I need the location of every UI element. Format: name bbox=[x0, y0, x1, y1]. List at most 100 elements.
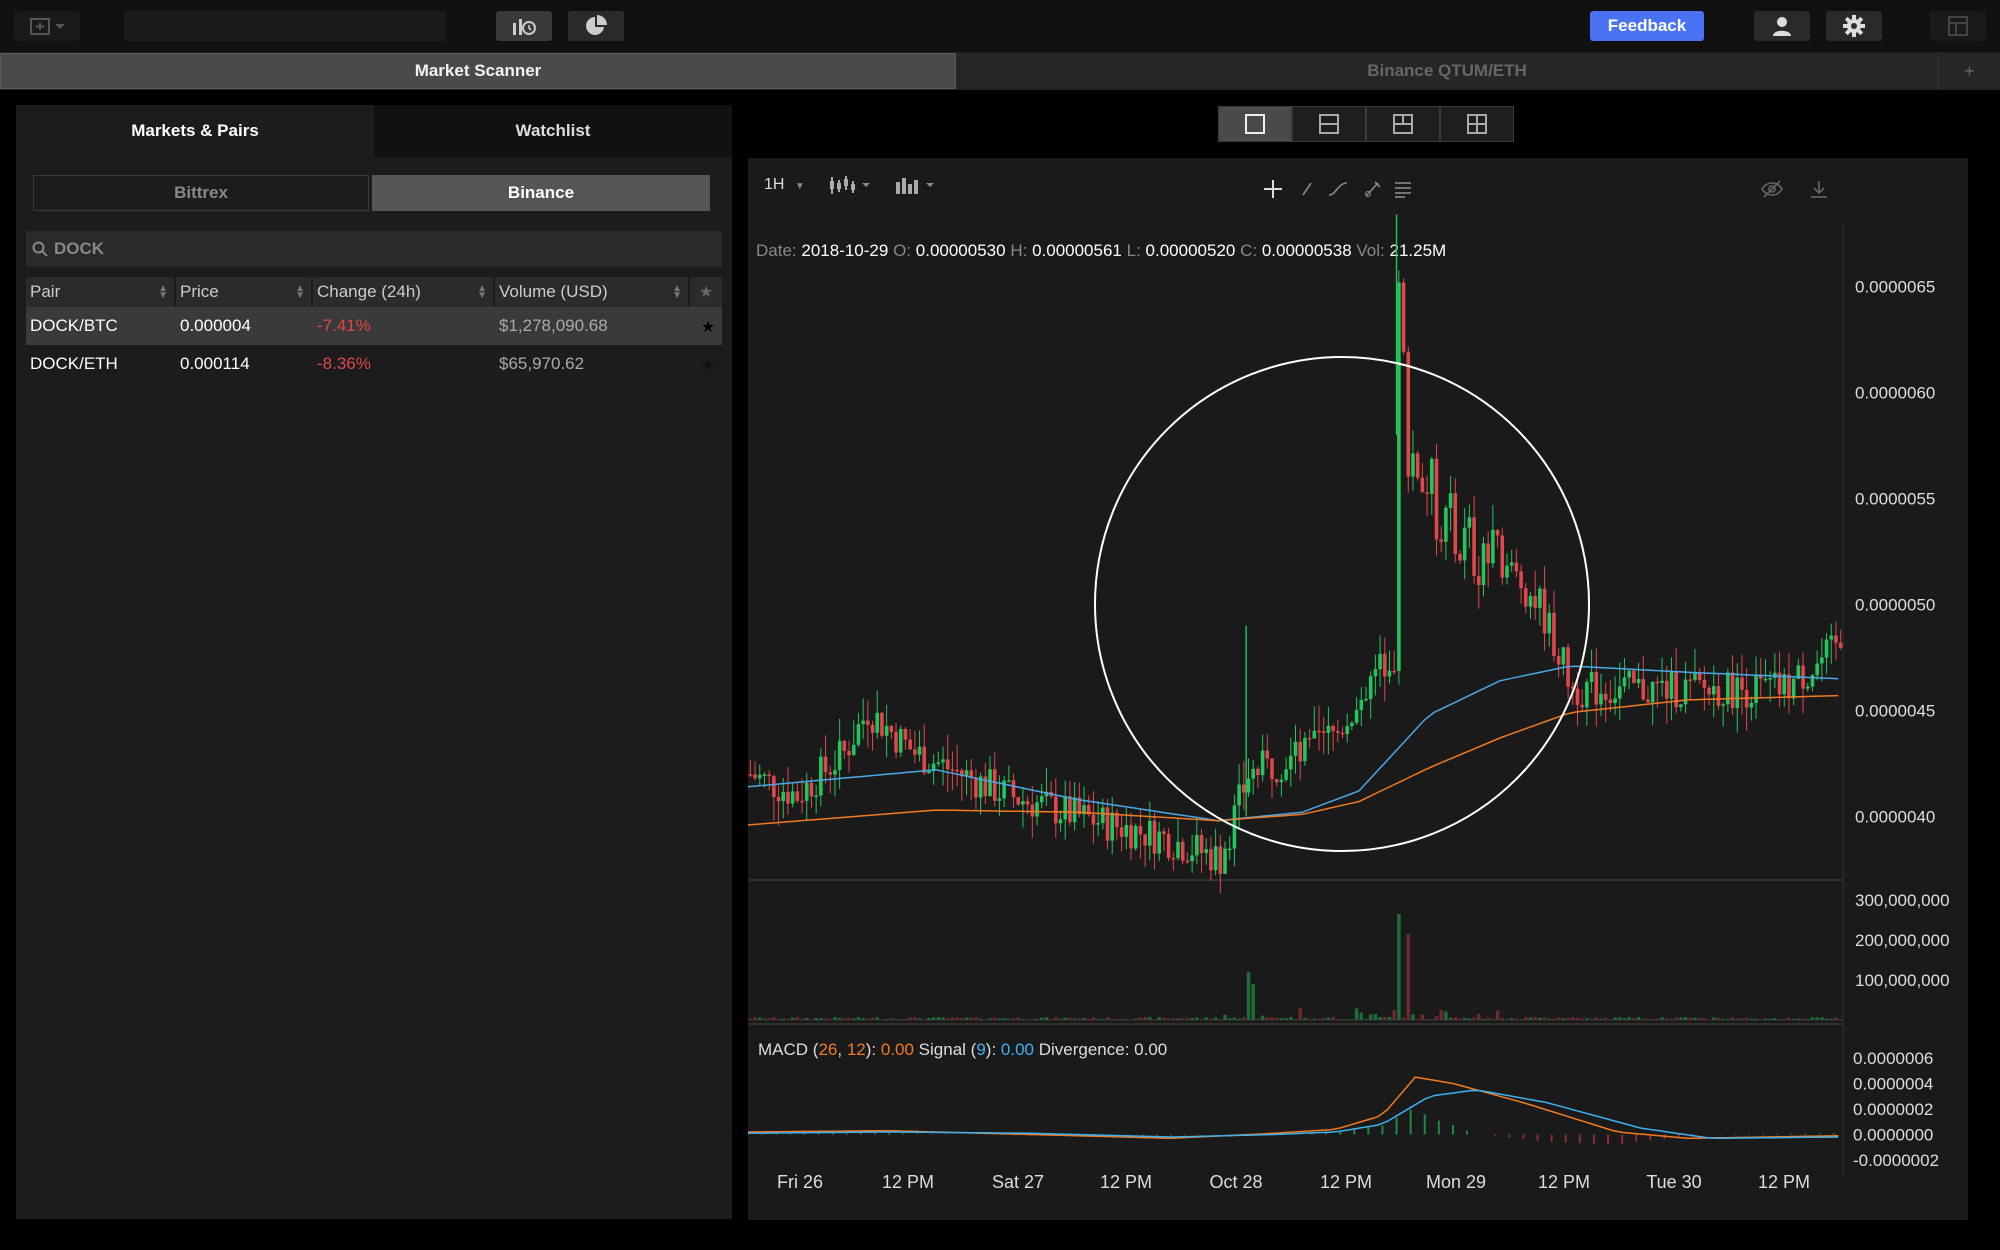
candle bbox=[1834, 635, 1838, 643]
layout-three-pane-button[interactable] bbox=[1366, 106, 1440, 142]
feedback-button[interactable]: Feedback bbox=[1590, 11, 1704, 41]
column-header-pair[interactable]: Pair ▲ ▼ bbox=[26, 277, 176, 307]
sort-icon: ▲ ▼ bbox=[158, 283, 168, 301]
candle bbox=[1068, 796, 1072, 823]
volume-bar bbox=[950, 1017, 955, 1020]
new-window-button[interactable] bbox=[14, 11, 80, 41]
volume-bar bbox=[1096, 1019, 1100, 1020]
column-header-volume[interactable]: Volume (USD) ▲ ▼ bbox=[495, 277, 690, 307]
candle bbox=[1462, 527, 1467, 561]
volume-bar bbox=[1397, 914, 1401, 1020]
candle bbox=[1025, 801, 1030, 805]
volume-bar bbox=[1326, 1017, 1331, 1020]
candle bbox=[753, 774, 757, 779]
volume-bar bbox=[969, 1017, 974, 1020]
candle bbox=[851, 744, 856, 756]
volume-bar bbox=[889, 1018, 894, 1020]
volume-bar bbox=[1599, 1018, 1603, 1020]
exchange-bittrex-button[interactable]: Bittrex bbox=[33, 175, 369, 211]
volume-bar bbox=[978, 1018, 983, 1020]
candle bbox=[1246, 778, 1251, 793]
candle bbox=[1091, 814, 1096, 825]
chart-view-button[interactable] bbox=[496, 11, 552, 41]
column-header-change[interactable]: Change (24h) ▲ ▼ bbox=[313, 277, 495, 307]
volume-bar bbox=[1256, 1018, 1260, 1020]
account-button[interactable] bbox=[1754, 11, 1810, 41]
pair-search-input[interactable]: DOCK bbox=[26, 231, 722, 267]
volume-bar bbox=[913, 1017, 917, 1020]
change-cell: -7.41% bbox=[317, 316, 371, 335]
star-icon[interactable]: ★ bbox=[701, 317, 715, 337]
volume-bar bbox=[1744, 1017, 1749, 1020]
x-tick-label: Sat 27 bbox=[992, 1172, 1044, 1192]
candle bbox=[1805, 686, 1810, 689]
volume-bar bbox=[1693, 1017, 1697, 1020]
tab-binance-qtum-eth[interactable]: Binance QTUM/ETH bbox=[956, 53, 1938, 89]
candle bbox=[1787, 674, 1791, 699]
volume-bar bbox=[988, 1018, 992, 1020]
volume-bar bbox=[1373, 1014, 1378, 1020]
price-tick-label: 0.0000060 bbox=[1855, 384, 1935, 403]
candle bbox=[1138, 825, 1143, 835]
annotation-circle bbox=[1094, 356, 1590, 852]
column-header-price[interactable]: Price ▲ ▼ bbox=[176, 277, 313, 307]
volume-bar bbox=[875, 1017, 880, 1020]
candle bbox=[1105, 807, 1110, 841]
price-tick-label: 0.0000040 bbox=[1855, 807, 1935, 826]
volume-bar bbox=[964, 1017, 969, 1020]
volume-bar bbox=[1580, 1018, 1584, 1020]
volume-bar bbox=[790, 1017, 795, 1020]
candle bbox=[1312, 730, 1317, 739]
toolbar-search-field[interactable] bbox=[124, 11, 446, 41]
exchange-binance-button[interactable]: Binance bbox=[372, 175, 710, 211]
candle bbox=[837, 740, 842, 771]
add-tab-button[interactable]: + bbox=[1938, 53, 2000, 89]
candle bbox=[1495, 529, 1500, 536]
table-row[interactable]: DOCK/BTC 0.000004 -7.41% $1,278,090.68 ★ bbox=[26, 307, 722, 345]
volume-bar bbox=[931, 1017, 936, 1020]
price-chart[interactable]: 0.0000065 0.0000060 0.0000055 0.0000050 0.00… bbox=[748, 158, 1968, 1220]
candle bbox=[1650, 681, 1655, 703]
layout-single-button[interactable] bbox=[1218, 106, 1292, 142]
sort-icon: ▲ ▼ bbox=[477, 283, 487, 301]
layout-split-horizontal-button[interactable] bbox=[1292, 106, 1366, 142]
volume-bar bbox=[1011, 1018, 1016, 1020]
candle bbox=[795, 791, 800, 801]
settings-button[interactable] bbox=[1826, 11, 1882, 41]
macd-line bbox=[748, 1076, 1839, 1140]
volume-bar bbox=[1364, 1019, 1368, 1020]
candle bbox=[1711, 686, 1716, 695]
layout-button[interactable] bbox=[1930, 11, 1986, 41]
volume-bar bbox=[1589, 1019, 1594, 1020]
volume-bar bbox=[1331, 1017, 1335, 1020]
candle bbox=[1143, 834, 1147, 846]
volume-bar bbox=[795, 1017, 800, 1020]
tab-watchlist[interactable]: Watchlist bbox=[374, 105, 732, 157]
column-header-favorite[interactable]: ★ bbox=[690, 277, 722, 307]
volume-bar bbox=[992, 1017, 997, 1020]
table-row[interactable]: DOCK/ETH 0.000114 -8.36% $65,970.62 ★ bbox=[26, 345, 722, 383]
volume-bar bbox=[1016, 1017, 1021, 1020]
candle bbox=[861, 720, 865, 725]
volume-bar bbox=[1603, 1017, 1608, 1020]
volume-bar bbox=[1782, 1019, 1787, 1020]
portfolio-button[interactable] bbox=[568, 11, 624, 41]
volume-bar bbox=[1632, 1018, 1636, 1020]
candle bbox=[786, 791, 790, 804]
volume-bar bbox=[1124, 1019, 1129, 1020]
volume-bar bbox=[1721, 1018, 1725, 1020]
candle bbox=[1829, 635, 1834, 640]
tab-market-scanner[interactable]: Market Scanner bbox=[0, 53, 956, 89]
candle bbox=[1608, 699, 1613, 704]
candle bbox=[1133, 825, 1138, 849]
price-tick-label: 0.0000055 bbox=[1855, 490, 1935, 509]
volume-bar bbox=[1162, 1017, 1166, 1020]
candle bbox=[903, 729, 908, 740]
candle bbox=[1688, 679, 1693, 682]
star-icon[interactable]: ★ bbox=[701, 355, 715, 375]
candle bbox=[1589, 671, 1594, 682]
volume-bar bbox=[1209, 1018, 1213, 1020]
layout-four-pane-button[interactable] bbox=[1440, 106, 1514, 142]
candle bbox=[1585, 681, 1589, 708]
tab-markets-pairs[interactable]: Markets & Pairs bbox=[16, 105, 374, 157]
